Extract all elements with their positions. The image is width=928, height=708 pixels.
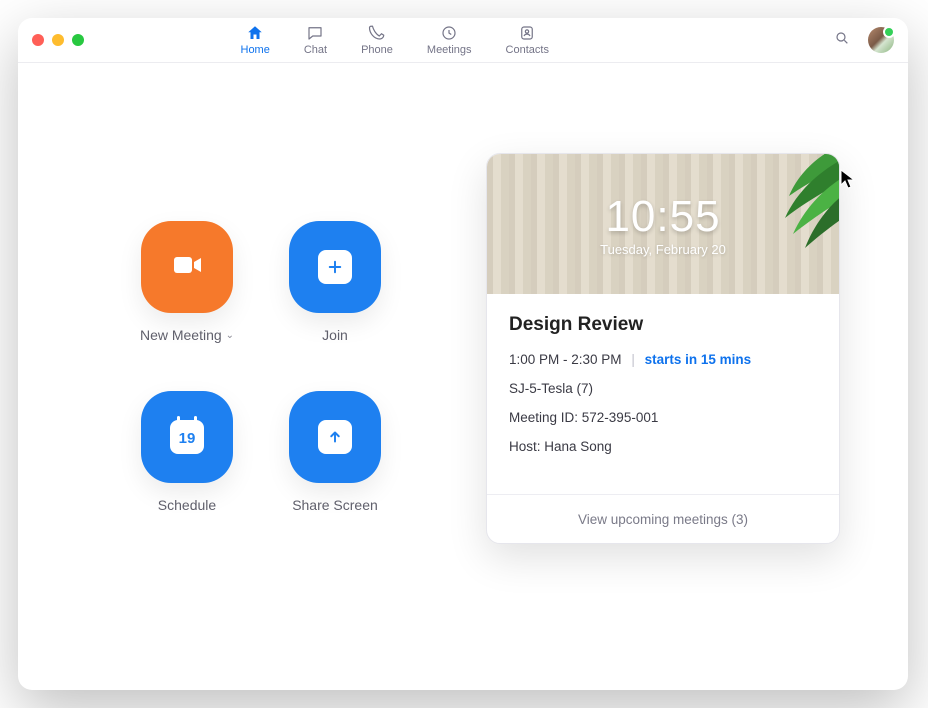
meeting-starts-in: starts in 15 mins	[645, 352, 752, 367]
meeting-title: Design Review	[509, 314, 817, 336]
meeting-room: SJ-5-Tesla (7)	[509, 381, 817, 396]
meeting-id: Meeting ID: 572-395-001	[509, 410, 817, 425]
home-icon	[246, 24, 264, 42]
upcoming-meeting-card: 10:55 Tuesday, February 20 Design Review…	[486, 153, 840, 544]
meeting-time-range: 1:00 PM - 2:30 PM	[509, 352, 622, 367]
separator: |	[631, 352, 635, 367]
card-footer-label: View upcoming meetings (3)	[578, 512, 748, 527]
nav-tab-label: Home	[241, 44, 270, 56]
nav-tabs: Home Chat Phone	[241, 24, 549, 56]
contacts-icon	[518, 24, 536, 42]
video-icon	[167, 245, 207, 290]
clock-icon	[440, 24, 458, 42]
view-upcoming-meetings-link[interactable]: View upcoming meetings (3)	[487, 494, 839, 543]
nav-tab-phone[interactable]: Phone	[361, 24, 393, 56]
nav-tab-home[interactable]: Home	[241, 24, 270, 56]
action-label-text: New Meeting	[140, 327, 222, 343]
nav-tab-chat[interactable]: Chat	[304, 24, 327, 56]
calendar-day: 19	[179, 430, 196, 447]
search-icon[interactable]	[834, 30, 850, 51]
plus-icon	[318, 250, 352, 284]
nav-tab-contacts[interactable]: Contacts	[506, 24, 549, 56]
minimize-window-button[interactable]	[52, 34, 64, 46]
nav-tab-label: Meetings	[427, 44, 472, 56]
window-controls	[32, 34, 84, 46]
fullscreen-window-button[interactable]	[72, 34, 84, 46]
titlebar: Home Chat Phone	[18, 18, 908, 63]
nav-tab-label: Chat	[304, 44, 327, 56]
schedule-button[interactable]: 19	[141, 391, 233, 483]
new-meeting-dropdown[interactable]: New Meeting ⌄	[140, 327, 234, 343]
new-meeting-button[interactable]	[141, 221, 233, 313]
chevron-down-icon: ⌄	[226, 330, 234, 341]
app-window: Home Chat Phone	[18, 18, 908, 690]
calendar-icon: 19	[170, 420, 204, 454]
leaves-decoration	[693, 153, 840, 261]
nav-tab-label: Phone	[361, 44, 393, 56]
nav-tab-meetings[interactable]: Meetings	[427, 24, 472, 56]
upload-icon	[318, 420, 352, 454]
home-actions: New Meeting ⌄ Join	[132, 221, 390, 513]
share-screen-button[interactable]	[289, 391, 381, 483]
meeting-host: Host: Hana Song	[509, 439, 817, 454]
close-window-button[interactable]	[32, 34, 44, 46]
profile-avatar[interactable]	[868, 27, 894, 53]
nav-tab-label: Contacts	[506, 44, 549, 56]
meeting-time-row: 1:00 PM - 2:30 PM | starts in 15 mins	[509, 352, 817, 367]
join-button[interactable]	[289, 221, 381, 313]
chat-icon	[306, 24, 324, 42]
action-label-text: Schedule	[158, 497, 216, 513]
card-hero: 10:55 Tuesday, February 20	[487, 154, 839, 294]
action-label-text: Join	[322, 327, 348, 343]
action-label-text: Share Screen	[292, 497, 378, 513]
mouse-cursor-icon	[840, 169, 856, 194]
phone-icon	[368, 24, 386, 42]
